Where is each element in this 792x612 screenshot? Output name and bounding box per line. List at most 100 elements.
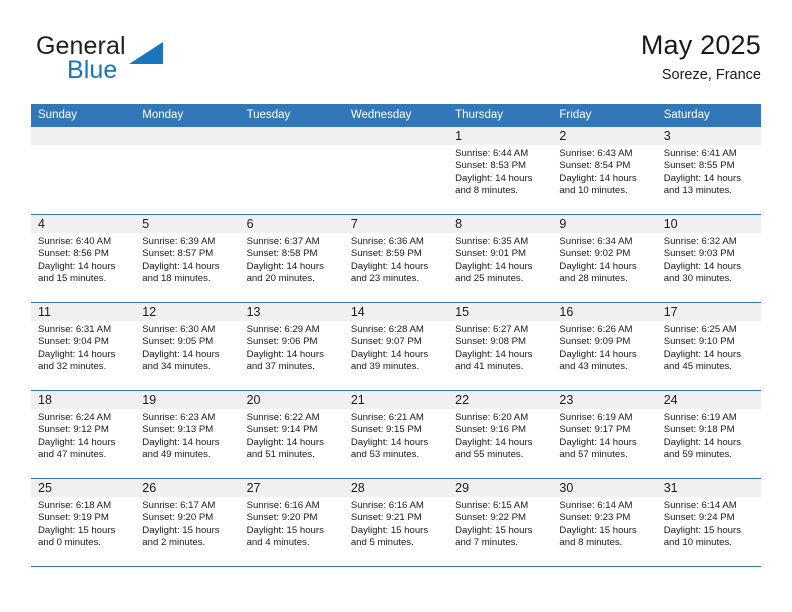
daylight-duration-line2: and 53 minutes. — [350, 449, 420, 461]
calendar-day-cell[interactable]: 13 Sunrise: 6:29 AM Sunset: 9:06 PM Dayligh… — [239, 302, 344, 391]
calendar-day-cell[interactable]: 11 Sunrise: 6:31 AM Sunset: 9:04 PM Dayligh… — [31, 302, 136, 391]
day-sun-info: Sunrise: 6:32 AM Sunset: 9:03 PM Daylight:… — [657, 233, 761, 286]
day-number: 15 — [448, 303, 553, 321]
calendar-day-cell[interactable]: 16 Sunrise: 6:26 AM Sunset: 9:09 PM Dayligh… — [552, 302, 657, 391]
calendar-day-cell[interactable]: 7 Sunrise: 6:36 AM Sunset: 8:59 PM Daylight… — [343, 214, 449, 303]
sunrise-time: Sunrise: 6:16 AM — [246, 500, 320, 511]
calendar-day-cell[interactable]: 6 Sunrise: 6:37 AM Sunset: 8:58 PM Daylight… — [239, 214, 344, 303]
calendar-day-cell[interactable]: 10 Sunrise: 6:32 AM Sunset: 9:03 PM Dayligh… — [656, 214, 761, 303]
daylight-duration-line1: Daylight: 14 hours — [559, 348, 637, 360]
sunrise-time: Sunrise: 6:40 AM — [38, 236, 112, 247]
calendar-week-row: 25 Sunrise: 6:18 AM Sunset: 9:19 PM Dayligh… — [31, 478, 761, 567]
day-number: 14 — [343, 303, 449, 321]
calendar-week-row: 18 Sunrise: 6:24 AM Sunset: 9:12 PM Dayligh… — [31, 390, 761, 479]
sunset-time: Sunset: 9:18 PM — [663, 424, 735, 436]
brand-name-blue: Blue — [67, 56, 118, 84]
day-sun-info: Sunrise: 6:40 AM Sunset: 8:56 PM Daylight:… — [31, 233, 135, 286]
calendar-day-cell[interactable]: 2 Sunrise: 6:43 AM Sunset: 8:54 PM Daylight… — [552, 127, 657, 215]
calendar-day-cell[interactable]: 3 Sunrise: 6:41 AM Sunset: 8:55 PM Daylight… — [656, 127, 761, 215]
sunset-time: Sunset: 9:21 PM — [350, 512, 422, 524]
calendar-day-cell[interactable]: 4 Sunrise: 6:40 AM Sunset: 8:56 PM Daylight… — [31, 214, 136, 303]
daylight-duration-line1: Daylight: 14 hours — [38, 436, 116, 448]
daylight-duration-line1: Daylight: 15 hours — [350, 524, 429, 536]
calendar-week-row: 1 Sunrise: 6:44 AM Sunset: 8:53 PM Daylight… — [31, 127, 761, 215]
brand-logo[interactable]: General Blue — [36, 32, 276, 92]
sunrise-time: Sunrise: 6:28 AM — [350, 324, 424, 335]
daylight-duration-line2: and 45 minutes. — [663, 361, 732, 373]
calendar-day-cell[interactable]: 29 Sunrise: 6:15 AM Sunset: 9:22 PM Dayligh… — [448, 478, 553, 567]
calendar-day-cell[interactable]: 31 Sunrise: 6:14 AM Sunset: 9:24 PM Dayligh… — [656, 478, 761, 567]
day-cell: 2 Sunrise: 6:43 AM Sunset: 8:54 PM Daylight… — [552, 127, 657, 214]
calendar-day-cell[interactable]: 8 Sunrise: 6:35 AM Sunset: 9:01 PM Daylight… — [448, 214, 553, 303]
sunrise-time: Sunrise: 6:17 AM — [142, 500, 216, 511]
day-cell: 21 Sunrise: 6:21 AM Sunset: 9:15 PM Dayligh… — [343, 391, 449, 478]
calendar-day-cell[interactable]: 27 Sunrise: 6:16 AM Sunset: 9:20 PM Dayligh… — [239, 478, 344, 567]
calendar-day-cell[interactable] — [343, 127, 449, 215]
day-cell: 6 Sunrise: 6:37 AM Sunset: 8:58 PM Daylight… — [239, 215, 344, 302]
calendar-day-cell[interactable]: 30 Sunrise: 6:14 AM Sunset: 9:23 PM Dayligh… — [552, 478, 657, 567]
sunset-time: Sunset: 9:22 PM — [455, 512, 527, 524]
sunset-time: Sunset: 9:01 PM — [455, 248, 527, 260]
day-number: 13 — [239, 303, 344, 321]
day-sun-info: Sunrise: 6:29 AM Sunset: 9:06 PM Daylight:… — [240, 321, 344, 374]
daylight-duration-line2: and 41 minutes. — [455, 361, 524, 373]
calendar-day-cell[interactable]: 23 Sunrise: 6:19 AM Sunset: 9:17 PM Dayligh… — [552, 390, 657, 479]
calendar-day-cell[interactable]: 5 Sunrise: 6:39 AM Sunset: 8:57 PM Daylight… — [135, 214, 240, 303]
day-number: 5 — [135, 215, 240, 233]
calendar-day-cell[interactable] — [31, 127, 136, 215]
daylight-duration-line2: and 51 minutes. — [246, 449, 315, 461]
daylight-duration-line1: Daylight: 14 hours — [455, 348, 533, 360]
sunrise-time: Sunrise: 6:14 AM — [663, 500, 737, 511]
sunset-time: Sunset: 9:09 PM — [559, 336, 631, 348]
sunrise-time: Sunrise: 6:29 AM — [246, 324, 320, 335]
calendar-day-cell[interactable]: 12 Sunrise: 6:30 AM Sunset: 9:05 PM Dayligh… — [135, 302, 240, 391]
day-sun-info: Sunrise: 6:43 AM Sunset: 8:54 PM Daylight:… — [552, 145, 656, 198]
calendar-day-cell[interactable]: 26 Sunrise: 6:17 AM Sunset: 9:20 PM Dayligh… — [135, 478, 240, 567]
sunset-time: Sunset: 9:07 PM — [350, 336, 422, 348]
page-title: May 2025 — [640, 30, 761, 60]
day-number: 7 — [343, 215, 449, 233]
day-number: 4 — [31, 215, 136, 233]
day-sun-info: Sunrise: 6:14 AM Sunset: 9:23 PM Daylight:… — [552, 497, 656, 550]
daylight-duration-line2: and 39 minutes. — [350, 361, 420, 373]
sunrise-time: Sunrise: 6:27 AM — [455, 324, 529, 335]
calendar-page: General Blue May 2025 Soreze, France Sun… — [0, 0, 792, 612]
calendar-day-cell[interactable]: 15 Sunrise: 6:27 AM Sunset: 9:08 PM Dayligh… — [448, 302, 553, 391]
sunset-time: Sunset: 9:16 PM — [455, 424, 527, 436]
day-number: 6 — [239, 215, 344, 233]
day-cell: 20 Sunrise: 6:22 AM Sunset: 9:14 PM Dayligh… — [239, 391, 344, 478]
sunset-time: Sunset: 9:05 PM — [142, 336, 214, 348]
calendar-day-cell[interactable] — [239, 127, 344, 215]
day-number — [31, 127, 136, 145]
calendar-day-cell[interactable]: 22 Sunrise: 6:20 AM Sunset: 9:16 PM Dayligh… — [448, 390, 553, 479]
day-number: 2 — [552, 127, 657, 145]
daylight-duration-line2: and 18 minutes. — [142, 273, 211, 285]
day-number: 18 — [31, 391, 136, 409]
calendar-day-cell[interactable]: 24 Sunrise: 6:19 AM Sunset: 9:18 PM Dayligh… — [656, 390, 761, 479]
calendar-day-cell[interactable]: 18 Sunrise: 6:24 AM Sunset: 9:12 PM Dayligh… — [31, 390, 136, 479]
page-subtitle: Soreze, France — [661, 67, 761, 83]
daylight-duration-line1: Daylight: 15 hours — [246, 524, 324, 536]
day-number: 20 — [239, 391, 344, 409]
day-sun-info: Sunrise: 6:26 AM Sunset: 9:09 PM Daylight:… — [552, 321, 656, 374]
day-cell: 10 Sunrise: 6:32 AM Sunset: 9:03 PM Dayligh… — [656, 215, 761, 302]
calendar-day-cell[interactable]: 20 Sunrise: 6:22 AM Sunset: 9:14 PM Dayligh… — [239, 390, 344, 479]
calendar-day-cell[interactable]: 1 Sunrise: 6:44 AM Sunset: 8:53 PM Daylight… — [448, 127, 553, 215]
weekday-header-friday: Friday — [552, 104, 657, 127]
calendar-day-cell[interactable]: 19 Sunrise: 6:23 AM Sunset: 9:13 PM Dayligh… — [135, 390, 240, 479]
calendar-day-cell[interactable]: 9 Sunrise: 6:34 AM Sunset: 9:02 PM Daylight… — [552, 214, 657, 303]
calendar-day-cell[interactable]: 21 Sunrise: 6:21 AM Sunset: 9:15 PM Dayligh… — [343, 390, 449, 479]
calendar-day-cell[interactable] — [135, 127, 240, 215]
day-cell: 8 Sunrise: 6:35 AM Sunset: 9:01 PM Daylight… — [448, 215, 553, 302]
calendar-day-cell[interactable]: 28 Sunrise: 6:16 AM Sunset: 9:21 PM Dayligh… — [343, 478, 449, 567]
calendar-day-cell[interactable]: 17 Sunrise: 6:25 AM Sunset: 9:10 PM Dayligh… — [656, 302, 761, 391]
daylight-duration-line1: Daylight: 14 hours — [455, 260, 533, 272]
calendar-table: Sunday Monday Tuesday Wednesday Thursday… — [31, 104, 761, 567]
calendar-day-cell[interactable]: 14 Sunrise: 6:28 AM Sunset: 9:07 PM Dayligh… — [343, 302, 449, 391]
day-cell: 17 Sunrise: 6:25 AM Sunset: 9:10 PM Dayligh… — [656, 303, 761, 390]
daylight-duration-line2: and 34 minutes. — [142, 361, 211, 373]
sunrise-time: Sunrise: 6:25 AM — [663, 324, 737, 335]
day-cell: 13 Sunrise: 6:29 AM Sunset: 9:06 PM Dayligh… — [239, 303, 344, 390]
sunrise-time: Sunrise: 6:36 AM — [350, 236, 424, 247]
calendar-day-cell[interactable]: 25 Sunrise: 6:18 AM Sunset: 9:19 PM Dayligh… — [31, 478, 136, 567]
